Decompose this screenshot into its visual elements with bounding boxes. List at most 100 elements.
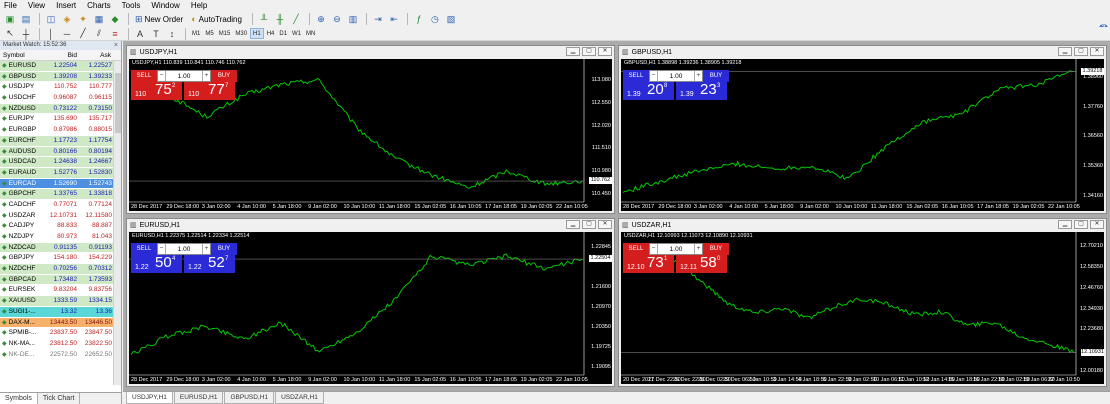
arrows-icon[interactable]: ↕ bbox=[165, 27, 179, 40]
symbol-row[interactable]: ◆ EURJPY 135.690 135.717 bbox=[0, 114, 114, 126]
templates-icon[interactable]: ▧ bbox=[444, 13, 458, 26]
sell-price-box[interactable]: 1.39 20 8 bbox=[623, 81, 674, 100]
symbol-row[interactable]: ◆ DAX-M... 13443.50 13446.50 bbox=[0, 317, 114, 329]
symbol-row[interactable]: ◆ GBPCAD 1.73482 1.73593 bbox=[0, 274, 114, 286]
tab-symbols[interactable]: Symbols bbox=[0, 393, 38, 404]
menu-tools[interactable]: Tools bbox=[122, 0, 141, 11]
symbol-row[interactable]: ◆ CADJPY 88.833 88.887 bbox=[0, 221, 114, 232]
menu-view[interactable]: View bbox=[28, 0, 45, 11]
equidistant-channel-icon[interactable]: ⫽ bbox=[92, 27, 106, 40]
sell-price-box[interactable]: 12.10 73 1 bbox=[623, 254, 674, 273]
volume-increase-icon[interactable]: + bbox=[694, 244, 702, 254]
new-order-button[interactable]: ⊞ New Order bbox=[133, 13, 185, 26]
scrollbar-thumb[interactable] bbox=[115, 73, 121, 133]
menu-window[interactable]: Window bbox=[151, 0, 179, 11]
autotrading-button[interactable]: ◐ AutoTrading bbox=[189, 13, 244, 26]
chart-window-titlebar[interactable]: ▥ USDZAR,H1 ▁ ▢ ✕ bbox=[619, 219, 1106, 231]
chart-canvas[interactable]: GBPUSD,H1 1.38898 1.39236 1.38905 1.3921… bbox=[621, 59, 1104, 211]
auto-scroll-icon[interactable]: ⇤ bbox=[387, 13, 401, 26]
symbol-row[interactable]: ◆ NZDJPY 80.973 81.043 bbox=[0, 232, 114, 243]
timeframe-m30[interactable]: M30 bbox=[233, 28, 249, 39]
symbol-row[interactable]: ◆ GBPUSD 1.39208 1.39233 bbox=[0, 71, 114, 83]
maximize-icon[interactable]: ▢ bbox=[1074, 47, 1088, 56]
chart-window[interactable]: ▥ EURUSD,H1 ▁ ▢ ✕ EURUSD,H1 1.22375 1.22514 1… bbox=[126, 218, 615, 387]
symbol-row[interactable]: ◆ EURAUD 1.52776 1.52830 bbox=[0, 167, 114, 179]
line-chart-icon[interactable]: ╱ bbox=[289, 13, 303, 26]
indicators-icon[interactable]: ƒ bbox=[412, 13, 426, 26]
terminal-icon[interactable]: ▦ bbox=[92, 13, 106, 26]
chart-window[interactable]: ▥ USDJPY,H1 ▁ ▢ ✕ USDJPY,H1 110.839 110.841 1… bbox=[126, 45, 615, 214]
close-icon[interactable]: ✕ bbox=[598, 220, 612, 229]
column-header-symbol[interactable]: Symbol bbox=[0, 50, 42, 60]
menu-insert[interactable]: Insert bbox=[56, 0, 76, 11]
volume-increase-icon[interactable]: + bbox=[202, 244, 210, 254]
timeframe-m15[interactable]: M15 bbox=[217, 28, 233, 39]
chart-window[interactable]: ▥ USDZAR,H1 ▁ ▢ ✕ USDZAR,H1 12.10993 12.11073… bbox=[618, 218, 1107, 387]
volume-increase-icon[interactable]: + bbox=[202, 71, 210, 81]
candlesticks-icon[interactable]: ╫ bbox=[273, 13, 287, 26]
timeframe-d1[interactable]: D1 bbox=[277, 28, 289, 39]
sell-button[interactable]: SELL bbox=[131, 70, 157, 82]
symbol-row[interactable]: ◆ USDZAR 12.10731 12.11580 bbox=[0, 210, 114, 222]
volume-value[interactable]: 1.00 bbox=[658, 246, 694, 253]
close-icon[interactable]: ✕ bbox=[1090, 220, 1104, 229]
sell-button[interactable]: SELL bbox=[623, 70, 649, 82]
menu-charts[interactable]: Charts bbox=[87, 0, 111, 11]
chart-canvas[interactable]: USDZAR,H1 12.10993 12.11073 12.10890 12.… bbox=[621, 232, 1104, 384]
sell-price-box[interactable]: 1.22 50 4 bbox=[131, 254, 182, 273]
timeframe-m5[interactable]: M5 bbox=[203, 28, 215, 39]
symbol-row[interactable]: ◆ NZDCAD 0.91135 0.91193 bbox=[0, 242, 114, 254]
column-header-ask[interactable]: Ask bbox=[79, 50, 113, 60]
trendline-icon[interactable]: ╱ bbox=[76, 27, 90, 40]
minimize-icon[interactable]: ▁ bbox=[1058, 47, 1072, 56]
fibonacci-icon[interactable]: ≡ bbox=[108, 27, 122, 40]
chart-canvas[interactable]: USDJPY,H1 110.839 110.841 110.746 110.76… bbox=[129, 59, 612, 211]
crosshair-icon[interactable]: ┼ bbox=[19, 27, 33, 40]
symbol-row[interactable]: ◆ USDCAD 1.24638 1.24667 bbox=[0, 157, 114, 168]
market-watch-scrollbar[interactable] bbox=[113, 61, 121, 385]
strategy-tester-icon[interactable]: ◆ bbox=[108, 13, 122, 26]
buy-price-box[interactable]: 110 77 7 bbox=[184, 81, 235, 100]
volume-increase-icon[interactable]: + bbox=[694, 71, 702, 81]
symbol-row[interactable]: ◆ EURCAD 1.52690 1.52743 bbox=[0, 178, 114, 190]
volume-value[interactable]: 1.00 bbox=[658, 73, 694, 80]
volume-decrease-icon[interactable]: − bbox=[650, 71, 658, 81]
bar-chart-icon[interactable]: ╨ bbox=[257, 13, 271, 26]
symbol-row[interactable]: ◆ SUGI1-... 13.32 13.36 bbox=[0, 306, 114, 318]
volume-value[interactable]: 1.00 bbox=[166, 73, 202, 80]
text-label-icon[interactable]: T bbox=[149, 27, 163, 40]
new-chart-icon[interactable]: ▣ bbox=[3, 13, 17, 26]
minimize-icon[interactable]: ▁ bbox=[566, 47, 580, 56]
chart-window-titlebar[interactable]: ▥ USDJPY,H1 ▁ ▢ ✕ bbox=[127, 46, 614, 58]
profiles-icon[interactable]: ▤ bbox=[19, 13, 33, 26]
chart-shift-icon[interactable]: ⇥ bbox=[371, 13, 385, 26]
symbol-row[interactable]: ◆ EURGBP 0.87986 0.88015 bbox=[0, 125, 114, 136]
text-icon[interactable]: A bbox=[133, 27, 147, 40]
timeframe-h4[interactable]: H4 bbox=[265, 28, 277, 39]
column-header-bid[interactable]: Bid bbox=[42, 50, 79, 60]
timeframe-mn[interactable]: MN bbox=[304, 28, 317, 39]
buy-price-box[interactable]: 1.39 23 3 bbox=[676, 81, 727, 100]
buy-price-box[interactable]: 12.11 58 0 bbox=[676, 254, 727, 273]
tile-windows-icon[interactable]: ▥ bbox=[346, 13, 360, 26]
chart-tab-usdjpy[interactable]: USDJPY,H1 bbox=[126, 392, 173, 404]
data-window-icon[interactable]: ◈ bbox=[60, 13, 74, 26]
minimize-icon[interactable]: ▁ bbox=[1058, 220, 1072, 229]
menu-file[interactable]: File bbox=[4, 0, 17, 11]
chart-canvas[interactable]: EURUSD,H1 1.22375 1.22514 1.22334 1.2251… bbox=[129, 232, 612, 384]
sell-price-box[interactable]: 110 75 2 bbox=[131, 81, 182, 100]
sell-button[interactable]: SELL bbox=[131, 243, 157, 255]
tab-tick-chart[interactable]: Tick Chart bbox=[38, 393, 81, 404]
symbol-row[interactable]: ◆ GBPCHF 1.33765 1.33818 bbox=[0, 189, 114, 200]
cursor-icon[interactable]: ↖ bbox=[3, 27, 17, 40]
menu-help[interactable]: Help bbox=[191, 0, 207, 11]
symbol-row[interactable]: ◆ CADCHF 0.77071 0.77124 bbox=[0, 199, 114, 211]
symbol-row[interactable]: ◆ XAUUSD 1333.59 1334.15 bbox=[0, 296, 114, 307]
chart-window[interactable]: ▥ GBPUSD,H1 ▁ ▢ ✕ GBPUSD,H1 1.38898 1.39236 1… bbox=[618, 45, 1107, 214]
volume-value[interactable]: 1.00 bbox=[166, 246, 202, 253]
close-icon[interactable]: ✕ bbox=[1090, 47, 1104, 56]
maximize-icon[interactable]: ▢ bbox=[1074, 220, 1088, 229]
timeframe-m1[interactable]: M1 bbox=[190, 28, 202, 39]
close-icon[interactable]: ✕ bbox=[598, 47, 612, 56]
close-icon[interactable]: × bbox=[114, 41, 118, 50]
